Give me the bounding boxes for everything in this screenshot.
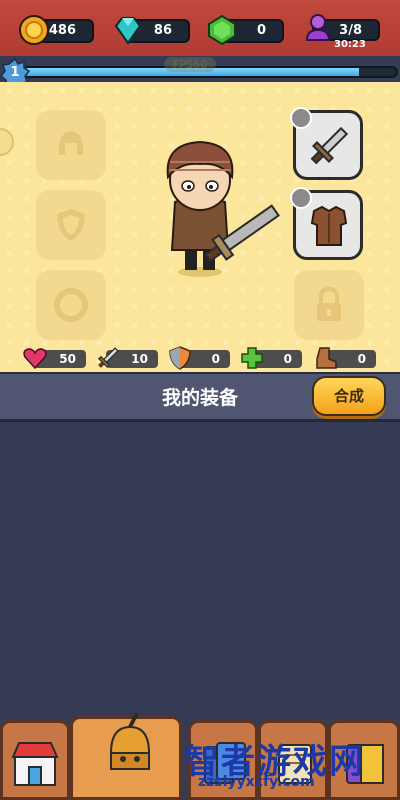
leather-armor-icon	[310, 205, 348, 246]
stamina-value: 3/8	[339, 23, 362, 38]
helmet-icon	[58, 131, 84, 155]
shop-icon	[11, 742, 59, 786]
gold-coin-icon	[19, 15, 49, 45]
speed-value: 0	[357, 352, 366, 366]
green-gem-value: 0	[256, 23, 266, 38]
synthesize-button[interactable]: 合成	[312, 376, 386, 416]
helmet-slot[interactable]	[36, 110, 106, 180]
watermark-url: zzslyyxcfy.com	[198, 774, 315, 790]
gem-value: 86	[153, 23, 172, 38]
gold-value: 486	[48, 23, 76, 38]
nav-shop[interactable]	[0, 720, 70, 800]
stamina-timer: 30:23	[334, 39, 366, 50]
hp-value: 50	[59, 352, 76, 366]
sword-icon	[310, 126, 349, 165]
weapon-slot[interactable]	[290, 107, 363, 180]
heal-plus-icon	[241, 347, 263, 369]
shield-slot[interactable]	[36, 190, 106, 260]
equipment-inventory-area[interactable]	[0, 425, 400, 715]
hero-character	[166, 140, 280, 277]
helmet-hero-icon	[109, 713, 151, 770]
armor-slot[interactable]	[290, 187, 363, 260]
ring-slot[interactable]	[36, 270, 106, 340]
defense-value: 0	[211, 352, 220, 366]
boot-icon	[316, 347, 337, 369]
player-icon	[305, 14, 331, 41]
nav-battle[interactable]	[70, 713, 182, 800]
attack-sword-icon	[97, 347, 119, 369]
fps-indicator: FPS60	[164, 57, 216, 72]
ring-icon	[54, 288, 88, 322]
heal-value: 0	[283, 352, 292, 366]
shield-icon	[57, 209, 85, 241]
lock-icon	[317, 286, 341, 321]
heart-icon	[23, 348, 47, 370]
green-gem-icon	[208, 14, 236, 46]
defense-shield-icon	[169, 346, 191, 370]
locked-slot[interactable]	[294, 270, 364, 340]
diamond-icon	[114, 17, 142, 45]
attack-value: 10	[131, 352, 148, 366]
